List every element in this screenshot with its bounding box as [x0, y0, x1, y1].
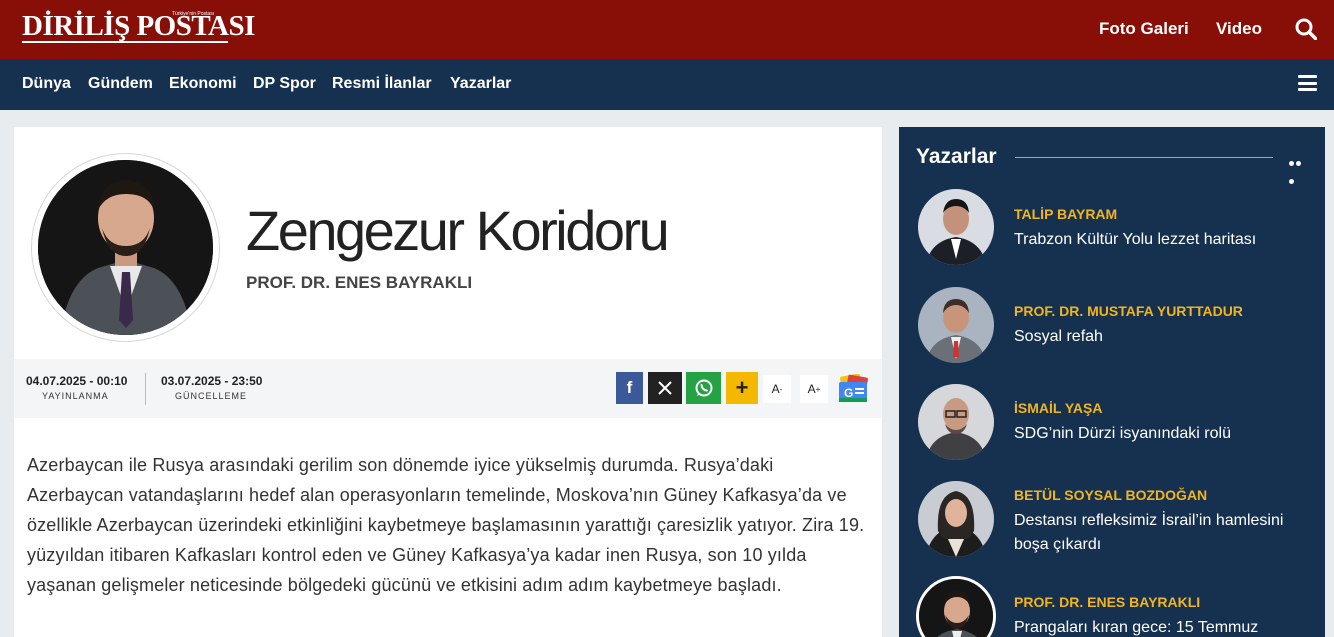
writer-avatar[interactable]	[918, 384, 994, 460]
updated-label: GÜNCELLEME	[175, 391, 248, 401]
search-icon[interactable]	[1295, 18, 1317, 40]
plus-icon: +	[735, 375, 749, 400]
meta-divider	[145, 373, 146, 405]
main-nav: Dünya Gündem Ekonomi DP Spor Resmi İlanl…	[0, 59, 1334, 110]
author-avatar	[38, 160, 213, 335]
writer-avatar[interactable]	[918, 189, 994, 265]
more-icon[interactable]	[1289, 153, 1309, 184]
nav-item-dp-spor[interactable]: DP Spor	[253, 75, 316, 93]
updated-date: 03.07.2025 - 23:50	[161, 374, 263, 388]
video-link[interactable]: Video	[1216, 19, 1262, 39]
photo-gallery-link[interactable]: Foto Galeri	[1099, 19, 1189, 39]
writer-article-title[interactable]: SDG’nin Dürzi isyanındaki rolü	[1014, 422, 1314, 446]
nav-item-dunya[interactable]: Dünya	[22, 75, 71, 93]
sidebar-title[interactable]: Yazarlar	[916, 145, 997, 169]
google-news-icon[interactable]: G	[837, 374, 870, 404]
sidebar-title-line	[1015, 157, 1273, 158]
writer-name[interactable]: BETÜL SOYSAL BOZDOĞAN	[1014, 487, 1207, 503]
writer-avatar[interactable]	[918, 287, 994, 363]
writer-article-title[interactable]: Sosyal refah	[1014, 325, 1314, 349]
x-share-button[interactable]	[648, 372, 682, 404]
article-body: Azerbaycan ile Rusya arasındaki gerilim …	[27, 455, 865, 595]
font-increase-button[interactable]: A +	[800, 375, 828, 403]
x-icon	[658, 381, 672, 395]
top-header: DİRİLİŞ POSTASI Türkiye'nin Postası Foto…	[0, 0, 1334, 59]
hamburger-icon[interactable]	[1298, 75, 1317, 91]
site-logo[interactable]: DİRİLİŞ POSTASI	[22, 10, 255, 43]
writer-article-title[interactable]: Prangaları kıran gece: 15 Temmuz	[1014, 616, 1314, 637]
whatsapp-share-button[interactable]	[686, 372, 721, 404]
facebook-share-button[interactable]: f	[616, 372, 643, 404]
article-author[interactable]: PROF. DR. ENES BAYRAKLI	[246, 273, 472, 293]
logo-underline	[22, 41, 228, 43]
published-date: 04.07.2025 - 00:10	[26, 374, 128, 388]
published-label: YAYINLANMA	[42, 391, 109, 401]
font-decrease-button[interactable]: A-	[763, 375, 791, 403]
writer-name[interactable]: İSMAİL YAŞA	[1014, 400, 1102, 416]
facebook-icon: f	[626, 378, 633, 397]
article-title: Zengezur Koridoru	[246, 199, 670, 262]
whatsapp-icon	[695, 379, 712, 397]
nav-item-gundem[interactable]: Gündem	[88, 75, 153, 93]
nav-item-resmi-ilanlar[interactable]: Resmi İlanlar	[332, 75, 432, 93]
nav-item-yazarlar[interactable]: Yazarlar	[450, 75, 511, 93]
writer-name[interactable]: PROF. DR. ENES BAYRAKLI	[1014, 594, 1200, 610]
writer-name[interactable]: TALİP BAYRAM	[1014, 206, 1117, 222]
logo-tagline: Türkiye'nin Postası	[172, 11, 215, 17]
svg-text:G: G	[844, 386, 853, 400]
more-share-button[interactable]: +	[726, 372, 758, 404]
writer-avatar[interactable]	[918, 481, 994, 557]
writer-name[interactable]: PROF. DR. MUSTAFA YURTTADUR	[1014, 303, 1243, 319]
writer-article-title[interactable]: Trabzon Kültür Yolu lezzet haritası	[1014, 228, 1314, 252]
nav-item-ekonomi[interactable]: Ekonomi	[169, 75, 237, 93]
writer-article-title[interactable]: Destansı refleksimiz İsrail’in hamlesini…	[1014, 509, 1314, 557]
